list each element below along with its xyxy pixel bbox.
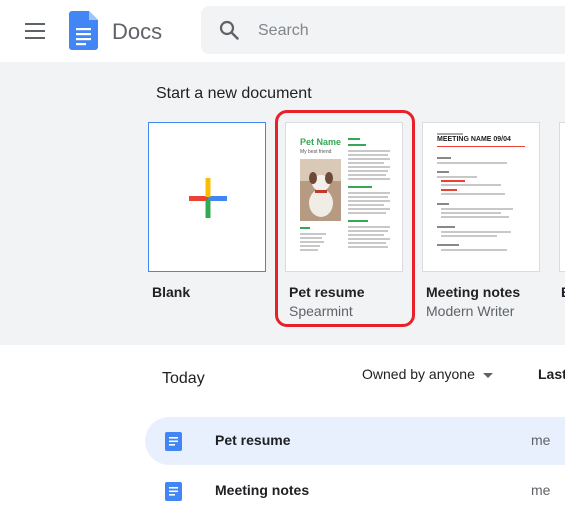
template-partial-label[interactable]: B [561, 284, 565, 300]
template-meeting-notes-thumbnail[interactable]: MEETING NAME 09/04 [422, 122, 540, 272]
docs-logo-icon[interactable] [69, 11, 98, 50]
section-title-today: Today [162, 370, 205, 387]
owner-filter-dropdown[interactable]: Owned by anyone [362, 366, 493, 382]
template-blank-thumbnail[interactable] [148, 122, 266, 272]
doc-row-meeting-notes[interactable]: Meeting notes me [145, 467, 565, 515]
docs-file-icon [165, 432, 182, 451]
caret-down-icon [482, 372, 493, 378]
preview-heading: MEETING NAME 09/04 [437, 136, 511, 143]
template-blank-label[interactable]: Blank [152, 284, 190, 300]
docs-file-icon [165, 482, 182, 501]
app-title[interactable]: Docs [112, 19, 162, 45]
owner-filter-label: Owned by anyone [362, 366, 475, 382]
doc-name[interactable]: Pet resume [215, 432, 290, 448]
template-meeting-notes-subtitle: Modern Writer [426, 303, 515, 319]
plus-icon [189, 178, 227, 218]
search-placeholder[interactable]: Search [258, 22, 309, 40]
doc-owner: me [531, 482, 551, 498]
doc-row-pet-resume[interactable]: Pet resume me [145, 417, 565, 465]
selection-highlight-outline [275, 110, 415, 327]
doc-name[interactable]: Meeting notes [215, 482, 309, 498]
search-icon[interactable] [219, 20, 239, 40]
top-bar: Docs Search [0, 0, 565, 62]
template-partial-thumbnail[interactable] [559, 122, 565, 272]
sort-last-opened-button[interactable]: Last [538, 366, 565, 382]
gallery-title: Start a new document [156, 85, 312, 102]
search-input[interactable] [201, 6, 565, 54]
template-meeting-notes-label[interactable]: Meeting notes [426, 284, 520, 300]
hamburger-menu-icon[interactable] [25, 23, 45, 39]
doc-owner: me [531, 432, 551, 448]
